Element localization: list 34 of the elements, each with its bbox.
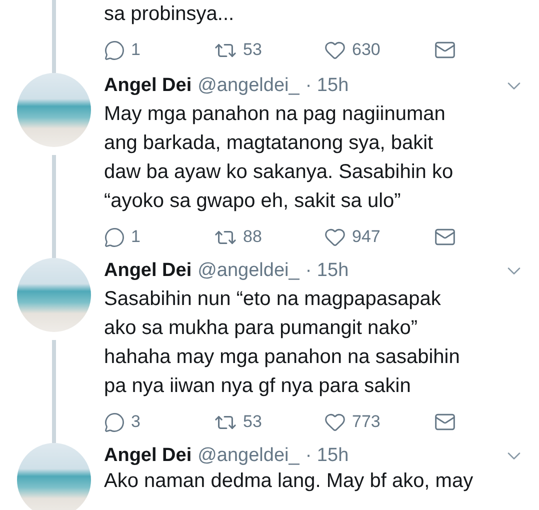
mail-icon — [434, 411, 456, 433]
heart-icon — [324, 39, 346, 61]
heart-icon — [324, 411, 346, 433]
reply-button[interactable]: 1 — [104, 40, 140, 60]
username: @angeldei_ — [198, 260, 300, 282]
tweet-text: May mga panahon na pag nagiinuman ang barkada, magtatanong sya, bakit daw ba ayaw ko sakanya. Sasabihin ko “ayoko sa gwapo eh, sakit sa ulo” — [104, 102, 454, 214]
reply-button[interactable]: 3 — [104, 412, 140, 432]
retweet-button[interactable]: 88 — [214, 226, 262, 248]
like-button[interactable]: 630 — [324, 39, 380, 61]
message-button[interactable] — [434, 411, 456, 433]
display-name: Angel Dei — [104, 445, 192, 467]
reply-button[interactable]: 1 — [104, 226, 140, 248]
timestamp: · 15h — [305, 260, 349, 282]
retweet-button[interactable]: 53 — [214, 38, 262, 62]
username: @angeldei_ — [198, 445, 300, 467]
tweet-text: Sasabihin nun “eto na magpapasapak ako sa mukha para pumangit nako” hahaha may mga panahon na sasabihin pa nya iiwan nya gf nya para sakin — [104, 287, 461, 399]
reply-icon — [104, 226, 125, 248]
tweet-text: sa probinsya... — [104, 2, 236, 27]
username: @angeldei_ — [198, 75, 300, 97]
retweet-button[interactable]: 53 — [214, 410, 262, 434]
reply-icon — [104, 40, 125, 60]
tweet-text: Ako naman dedma lang. May bf ako, may — [104, 470, 474, 493]
message-button[interactable] — [434, 39, 456, 61]
timestamp: · 15h — [305, 445, 349, 467]
like-button[interactable]: 773 — [324, 411, 380, 433]
heart-icon — [324, 226, 346, 248]
reply-icon — [104, 412, 125, 432]
mail-icon — [434, 39, 456, 61]
display-name: Angel Dei — [104, 260, 192, 282]
like-button[interactable]: 947 — [324, 226, 380, 248]
display-name: Angel Dei — [104, 75, 192, 97]
mail-icon — [434, 226, 456, 248]
timestamp: · 15h — [305, 75, 349, 97]
message-button[interactable] — [434, 226, 456, 248]
